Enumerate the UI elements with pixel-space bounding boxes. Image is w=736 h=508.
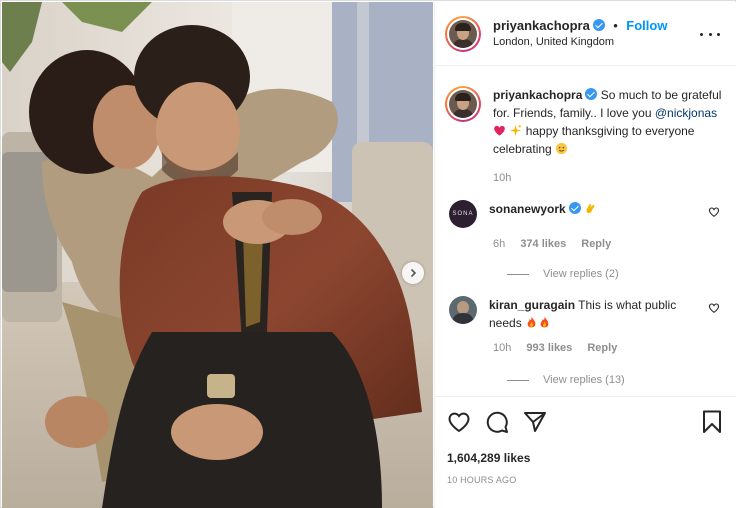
post-header: priyankachopra • Follow London, United K… — [435, 2, 736, 66]
comment-item: SONA sonanewyork 6h 374 likes Reply View… — [445, 200, 722, 280]
clapping-hands-emoji-icon — [586, 203, 595, 214]
share-icon[interactable] — [523, 411, 547, 433]
comment-like-heart-icon[interactable] — [708, 206, 720, 218]
red-heart-emoji-icon — [494, 125, 505, 136]
commenter-username[interactable]: sonanewyork — [489, 202, 566, 216]
comment-meta: 6h 374 likes Reply — [493, 238, 722, 250]
verified-badge-icon — [592, 18, 605, 31]
commenter-avatar[interactable] — [449, 296, 477, 324]
comment-item: kiran_guragain This is what public needs… — [445, 296, 722, 386]
author-username[interactable]: priyankachopra — [493, 18, 590, 33]
caption: priyankachopra So much to be grateful fo… — [445, 86, 722, 184]
comment-likes[interactable]: 993 likes — [526, 342, 572, 354]
verified-badge-icon — [585, 88, 598, 100]
post-like-count[interactable]: 1,604,289 likes — [447, 451, 722, 465]
comment-time: 6h — [493, 238, 506, 250]
post-side-panel: priyankachopra • Follow London, United K… — [434, 2, 736, 508]
caption-time: 10h — [493, 172, 512, 184]
comment-text: kiran_guragain This is what public needs — [489, 296, 699, 332]
view-replies-button[interactable]: View replies (2) — [507, 268, 722, 280]
commenter-avatar[interactable]: SONA — [449, 200, 477, 228]
post-actions: 1,604,289 likes 10 HOURS AGO — [435, 396, 736, 485]
fire-emoji-icon — [527, 316, 536, 328]
separator-dot: • — [613, 17, 618, 33]
comments-section[interactable]: priyankachopra So much to be grateful fo… — [435, 66, 736, 396]
post-timestamp[interactable]: 10 HOURS AGO — [447, 475, 722, 485]
view-replies-button[interactable]: View replies (13) — [507, 374, 722, 386]
caption-username[interactable]: priyankachopra — [493, 88, 582, 102]
verified-badge-icon — [568, 202, 581, 214]
reply-button[interactable]: Reply — [587, 342, 617, 354]
instagram-post: priyankachopra • Follow London, United K… — [0, 0, 736, 508]
sparkles-emoji-icon — [510, 124, 522, 137]
heart-icon[interactable] — [447, 411, 471, 433]
post-location[interactable]: London, United Kingdom — [493, 34, 667, 50]
follow-button[interactable]: Follow — [626, 18, 667, 33]
chevron-right-icon — [410, 268, 417, 278]
carousel-next-button[interactable] — [402, 262, 424, 284]
more-options-icon[interactable] — [700, 24, 720, 44]
commenter-username[interactable]: kiran_guragain — [489, 298, 575, 312]
caption-avatar[interactable] — [445, 86, 481, 122]
comment-time: 10h — [493, 342, 512, 354]
author-avatar[interactable] — [445, 15, 481, 52]
comment-icon[interactable] — [485, 410, 509, 434]
view-replies-label: View replies (2) — [543, 268, 619, 280]
fire-emoji-icon — [540, 316, 549, 328]
comment-meta: 10h 993 likes Reply — [493, 342, 722, 354]
reply-button[interactable]: Reply — [581, 238, 611, 250]
bookmark-icon[interactable] — [702, 410, 722, 434]
smiling-face-emoji-icon — [555, 142, 568, 155]
caption-text: priyankachopra So much to be grateful fo… — [493, 86, 722, 158]
comment-text: sonanewyork — [489, 200, 699, 228]
comment-like-heart-icon[interactable] — [708, 302, 720, 314]
post-photo[interactable] — [2, 2, 433, 508]
couple-photo-illustration — [2, 2, 433, 508]
caption-meta: 10h — [493, 172, 722, 184]
comment-likes[interactable]: 374 likes — [520, 238, 566, 250]
caption-body-2: happy thanksgiving to everyone celebrati… — [493, 124, 695, 156]
view-replies-label: View replies (13) — [543, 374, 625, 386]
caption-mention-link[interactable]: @nickjonas — [655, 106, 717, 120]
